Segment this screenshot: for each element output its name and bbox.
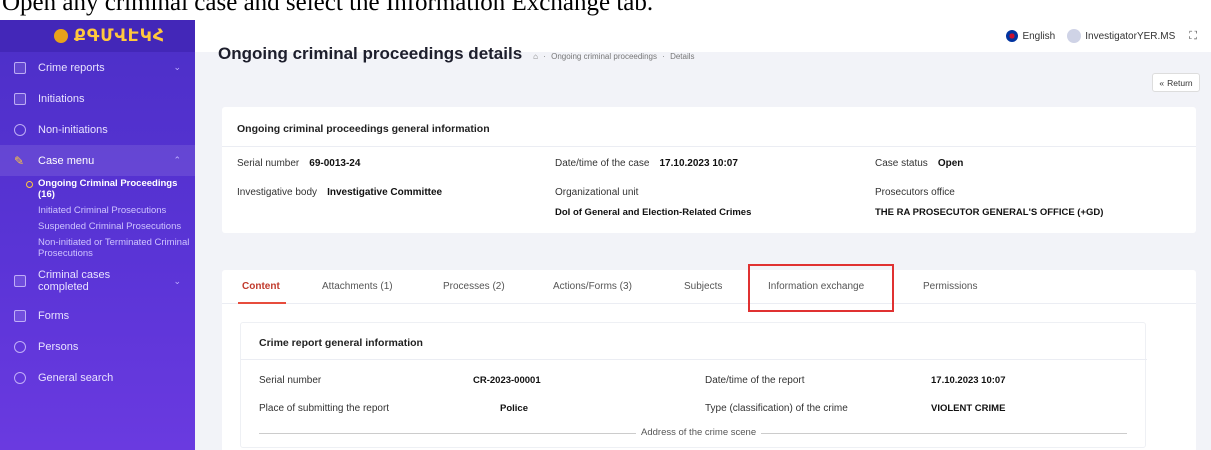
submenu-item-ongoing[interactable]: Ongoing Criminal Proceedings (16) bbox=[26, 176, 195, 203]
language-selector[interactable]: English bbox=[1022, 31, 1055, 42]
field-label: Serial number bbox=[237, 158, 300, 169]
report-place-label: Place of submitting the report bbox=[259, 403, 390, 414]
report-place-value: Police bbox=[500, 403, 528, 414]
tab-subjects[interactable]: Subjects bbox=[684, 281, 722, 292]
sidebar-item-case-menu[interactable]: ✎ Case menu ⌃ bbox=[0, 145, 195, 176]
prosecutor-value: THE RA PROSECUTOR GENERAL'S OFFICE (+GD) bbox=[875, 207, 1104, 218]
return-button[interactable]: « Return bbox=[1152, 73, 1200, 92]
sidebar-item-completed[interactable]: Criminal cases completed ⌄ bbox=[0, 262, 195, 300]
card-title: Ongoing criminal proceedings general inf… bbox=[237, 123, 490, 135]
general-info-card: Ongoing criminal proceedings general inf… bbox=[222, 107, 1196, 233]
tab-actions-forms[interactable]: Actions/Forms (3) bbox=[553, 281, 632, 292]
sidebar-item-crime-reports[interactable]: Crime reports ⌄ bbox=[0, 52, 195, 83]
chevron-down-icon: ⌄ bbox=[173, 62, 181, 72]
sidebar-item-label: Non-initiations bbox=[38, 123, 108, 136]
home-icon[interactable]: ⌂ bbox=[533, 52, 538, 61]
serial-number-field: Serial number 69-0013-24 bbox=[237, 158, 360, 169]
hammer-icon: ✎ bbox=[14, 153, 25, 168]
field-value: Investigative Committee bbox=[327, 187, 443, 198]
sidebar-item-general-search[interactable]: General search bbox=[0, 362, 195, 393]
sidebar-item-persons[interactable]: Persons bbox=[0, 331, 195, 362]
highlight-box bbox=[748, 264, 894, 312]
user-name[interactable]: InvestigatorYER.MS bbox=[1085, 31, 1175, 42]
sidebar-item-forms[interactable]: Forms bbox=[0, 300, 195, 331]
page-header: Ongoing criminal proceedings details ⌂ ·… bbox=[218, 44, 698, 64]
sidebar-item-label: General search bbox=[38, 371, 114, 384]
prosecutor-label: Prosecutors office bbox=[875, 187, 955, 198]
sidebar-item-initiations[interactable]: Initiations bbox=[0, 83, 195, 114]
org-unit-label: Organizational unit bbox=[555, 187, 639, 198]
crime-type-value: VIOLENT CRIME bbox=[931, 403, 1006, 414]
logo[interactable]: ՔԳՄՎԷԿՀ bbox=[0, 20, 195, 52]
card-title: Crime report general information bbox=[259, 337, 423, 349]
case-datetime-field: Date/time of the case 17.10.2023 10:07 bbox=[555, 158, 738, 169]
chevron-up-icon: ⌃ bbox=[173, 155, 181, 165]
sidebar-item-label: Persons bbox=[38, 340, 79, 353]
tab-bar: Content Attachments (1) Processes (2) Ac… bbox=[222, 270, 1196, 304]
field-label: Case status bbox=[875, 158, 928, 169]
investigative-body-field: Investigative body Investigative Committe… bbox=[237, 187, 442, 198]
back-icon: « bbox=[1159, 77, 1165, 88]
emblem-icon bbox=[54, 29, 68, 43]
page-title: Ongoing criminal proceedings details bbox=[218, 44, 523, 63]
block-icon bbox=[14, 123, 26, 136]
case-menu-submenu: Ongoing Criminal Proceedings (16) Initia… bbox=[0, 176, 195, 262]
people-icon bbox=[14, 340, 26, 353]
sidebar-item-label: Crime reports bbox=[38, 61, 105, 74]
report-datetime-value: 17.10.2023 10:07 bbox=[931, 375, 1006, 386]
avatar[interactable] bbox=[1067, 29, 1082, 43]
tab-permissions[interactable]: Permissions bbox=[923, 281, 977, 292]
sidebar: ՔԳՄՎԷԿՀ Crime reports ⌄ Initiations Non-… bbox=[0, 20, 195, 450]
search-icon bbox=[14, 371, 26, 384]
flag-icon bbox=[1006, 30, 1019, 42]
list-icon bbox=[14, 275, 26, 287]
instruction-caption: Open any criminal case and select the In… bbox=[2, 0, 654, 16]
field-label: Investigative body bbox=[237, 187, 318, 198]
fullscreen-icon[interactable]: ⛶ bbox=[1189, 30, 1197, 43]
submenu-item-non-initiated[interactable]: Non-initiated or Terminated Criminal Pro… bbox=[26, 235, 195, 262]
logo-text: ՔԳՄՎԷԿՀ bbox=[74, 26, 165, 45]
breadcrumb-item: Details bbox=[670, 52, 695, 61]
breadcrumb-item[interactable]: Ongoing criminal proceedings bbox=[551, 52, 657, 61]
field-value: Open bbox=[937, 158, 964, 169]
address-section-label: Address of the crime scene bbox=[636, 427, 762, 438]
field-value: 17.10.2023 10:07 bbox=[659, 158, 738, 169]
divider bbox=[241, 359, 1147, 360]
submenu-item-initiated[interactable]: Initiated Criminal Prosecutions bbox=[26, 203, 195, 219]
case-status-field: Case status Open bbox=[875, 158, 963, 169]
return-label: Return bbox=[1167, 77, 1193, 88]
tab-content[interactable]: Content bbox=[238, 281, 286, 304]
org-unit-value: DoI of General and Election-Related Crim… bbox=[555, 207, 752, 218]
divider bbox=[222, 146, 1196, 147]
crime-type-label: Type (classification) of the crime bbox=[705, 403, 848, 414]
report-datetime-label: Date/time of the report bbox=[705, 375, 805, 386]
sidebar-item-label: Criminal cases completed bbox=[38, 269, 111, 293]
sidebar-item-label: Case menu bbox=[38, 154, 95, 167]
field-label: Date/time of the case bbox=[555, 158, 650, 169]
document-icon bbox=[14, 61, 26, 74]
folder-icon bbox=[14, 92, 26, 105]
tab-processes[interactable]: Processes (2) bbox=[443, 281, 505, 292]
app-window: ՔԳՄՎԷԿՀ Crime reports ⌄ Initiations Non-… bbox=[0, 20, 1211, 450]
sidebar-item-label: Forms bbox=[38, 309, 70, 322]
chevron-down-icon: ⌄ bbox=[173, 275, 181, 286]
submenu-item-suspended[interactable]: Suspended Criminal Prosecutions bbox=[26, 219, 195, 235]
sidebar-item-label: Initiations bbox=[38, 92, 85, 105]
sidebar-item-non-initiations[interactable]: Non-initiations bbox=[0, 114, 195, 145]
report-serial-value: CR-2023-00001 bbox=[473, 375, 541, 386]
crime-report-card: Crime report general information Serial … bbox=[240, 322, 1147, 448]
tab-attachments[interactable]: Attachments (1) bbox=[322, 281, 393, 292]
form-icon bbox=[14, 309, 26, 322]
field-value: 69-0013-24 bbox=[309, 158, 361, 169]
breadcrumb: ⌂ · Ongoing criminal proceedings · Detai… bbox=[533, 52, 695, 61]
report-serial-label: Serial number bbox=[259, 375, 322, 386]
